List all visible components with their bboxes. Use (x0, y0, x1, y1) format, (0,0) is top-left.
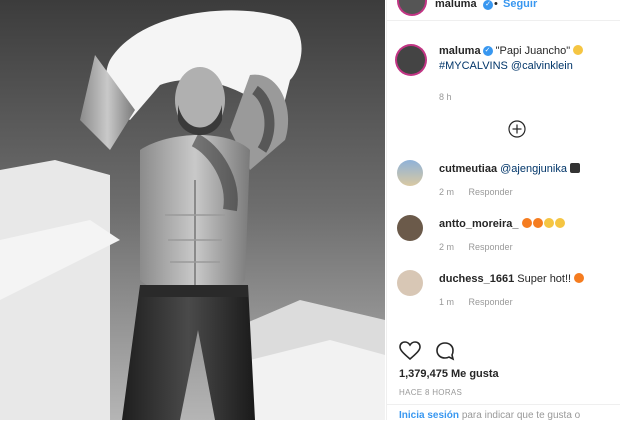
post-age: 8 h (439, 92, 452, 102)
separator-dot: • (494, 0, 498, 10)
comment-avatar[interactable] (397, 215, 423, 241)
comment-emojis (521, 218, 566, 230)
reply-button[interactable]: Responder (469, 187, 513, 197)
fire-emoji-icon (532, 218, 543, 228)
comment-meta: 1 m Responder (439, 295, 619, 309)
likes-count[interactable]: 1,379,475 Me gusta (399, 368, 499, 380)
comment-age: 2 m (439, 187, 455, 197)
verified-badge-icon: ✓ (483, 0, 493, 10)
comment-age: 2 m (439, 242, 455, 252)
caption-username[interactable]: maluma (439, 45, 481, 57)
verified-badge-icon: ✓ (482, 46, 493, 57)
login-prompt: Inicia sesión para indicar que te gusta … (387, 404, 620, 421)
comment-avatar[interactable] (397, 160, 423, 186)
emoji-dancer-icon (570, 163, 581, 173)
comment-avatar[interactable] (397, 270, 423, 296)
post-image (0, 0, 385, 420)
author-avatar[interactable] (399, 0, 425, 14)
post-sidebar: maluma ✓ • Seguir maluma ✓ "Papi Juancho"… (386, 0, 620, 421)
comment-meta: 2 m Responder (439, 185, 619, 199)
load-more-comments-button[interactable] (508, 120, 526, 138)
likes-number: 1,379,475 (399, 368, 448, 380)
heart-eyes-emoji-icon (543, 218, 554, 228)
comment-meta: 2 m Responder (439, 240, 619, 254)
author-username[interactable]: maluma (435, 0, 477, 10)
fire-emoji-icon (574, 273, 585, 283)
caption-text: maluma ✓ "Papi Juancho" #MYCALVINS @calvi… (439, 44, 619, 74)
heart-eyes-emoji-icon (554, 218, 565, 228)
post-photo[interactable] (0, 0, 385, 420)
comment-text[interactable]: @ajengjunika (500, 163, 567, 175)
caption-author-avatar[interactable] (397, 46, 425, 74)
fire-emoji-icon (521, 218, 532, 228)
follow-button[interactable]: Seguir (503, 0, 537, 10)
post-header: maluma ✓ • Seguir (387, 0, 620, 21)
comment-username[interactable]: antto_moreira_ (439, 218, 518, 230)
caption-quote: "Papi Juancho" (495, 45, 571, 57)
post-timestamp: HACE 8 HORAS (399, 388, 463, 397)
plus-circle-icon (508, 120, 526, 138)
emoji-smirk-icon (573, 45, 584, 55)
reply-button[interactable]: Responder (469, 297, 513, 307)
login-link[interactable]: Inicia sesión (399, 410, 459, 421)
comment-text: Super hot!! (517, 273, 572, 285)
likes-label: Me gusta (451, 368, 499, 380)
comment-icon[interactable] (435, 341, 455, 361)
caption-tags[interactable]: #MYCALVINS @calvinklein (439, 60, 573, 72)
login-prompt-text: para indicar que te gusta o (461, 410, 581, 421)
post-actions (399, 341, 455, 366)
comment-username[interactable]: cutmeutiaa (439, 163, 497, 175)
heart-icon[interactable] (399, 341, 421, 361)
comment-age: 1 m (439, 297, 455, 307)
reply-button[interactable]: Responder (469, 242, 513, 252)
comment-username[interactable]: duchess_1661 (439, 273, 514, 285)
